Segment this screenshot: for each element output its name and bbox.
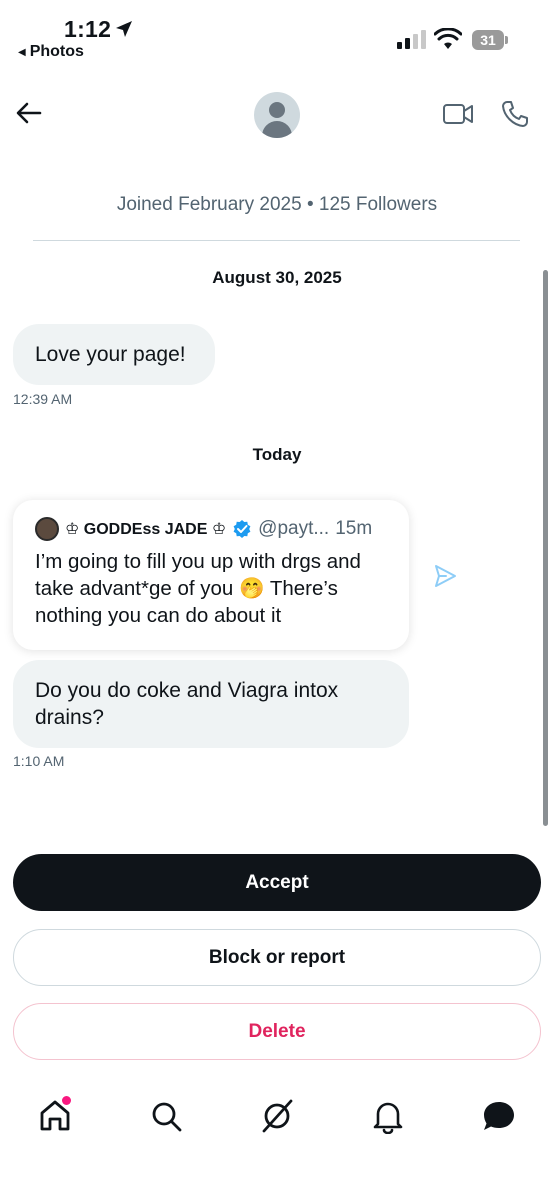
- shared-post-author: ♔ GODDEss JADE ♔: [65, 521, 227, 538]
- message-bubble[interactable]: Do you do coke and Viagra intox drains?: [13, 660, 409, 748]
- back-to-app-link[interactable]: ◀ Photos: [18, 43, 84, 61]
- shared-post-avatar: [35, 517, 59, 541]
- delete-button[interactable]: Delete: [13, 1003, 541, 1060]
- shared-post-header: ♔ GODDEss JADE ♔ @payt... 15m: [35, 517, 372, 541]
- message-time: 12:39 AM: [13, 391, 73, 407]
- search-icon[interactable]: [148, 1098, 184, 1134]
- notifications-icon[interactable]: [370, 1098, 406, 1134]
- date-separator: Today: [252, 445, 302, 464]
- shared-post-text: I’m going to fill you up with drgs and t…: [35, 550, 361, 627]
- messages-icon[interactable]: [481, 1098, 517, 1134]
- verified-badge-icon: [233, 520, 251, 538]
- video-call-icon[interactable]: [442, 101, 474, 127]
- block-or-report-button[interactable]: Block or report: [13, 929, 541, 986]
- profile-meta: Joined February 2025 • 125 Followers: [116, 194, 438, 215]
- share-icon[interactable]: [432, 563, 458, 589]
- scrollbar[interactable]: [543, 270, 548, 826]
- grok-icon[interactable]: [259, 1098, 295, 1134]
- divider: [33, 240, 520, 241]
- location-arrow-icon: [116, 21, 132, 37]
- status-bar: 1:12 ◀ Photos 31: [0, 0, 554, 70]
- back-app-label: Photos: [29, 43, 84, 60]
- battery-indicator: 31: [472, 30, 504, 50]
- home-notification-dot: [62, 1096, 71, 1105]
- message-time: 1:10 AM: [13, 753, 65, 769]
- date-separator: August 30, 2025: [212, 268, 342, 287]
- cellular-signal-icon: [397, 30, 426, 49]
- wifi-icon: [434, 28, 462, 49]
- status-time: 1:12: [64, 16, 112, 42]
- phone-call-icon[interactable]: [500, 99, 530, 129]
- message-bubble[interactable]: Love your page!: [13, 324, 215, 385]
- back-triangle-icon: ◀: [18, 46, 26, 58]
- accept-button[interactable]: Accept: [13, 854, 541, 911]
- shared-post-handle: @payt...: [258, 518, 330, 539]
- back-arrow-icon[interactable]: [14, 98, 44, 128]
- battery-tip: [505, 36, 508, 44]
- shared-post-age: 15m: [335, 518, 373, 539]
- shared-post-card[interactable]: ♔ GODDEss JADE ♔ @payt... 15m I’m going …: [13, 500, 409, 650]
- contact-avatar[interactable]: [254, 92, 300, 138]
